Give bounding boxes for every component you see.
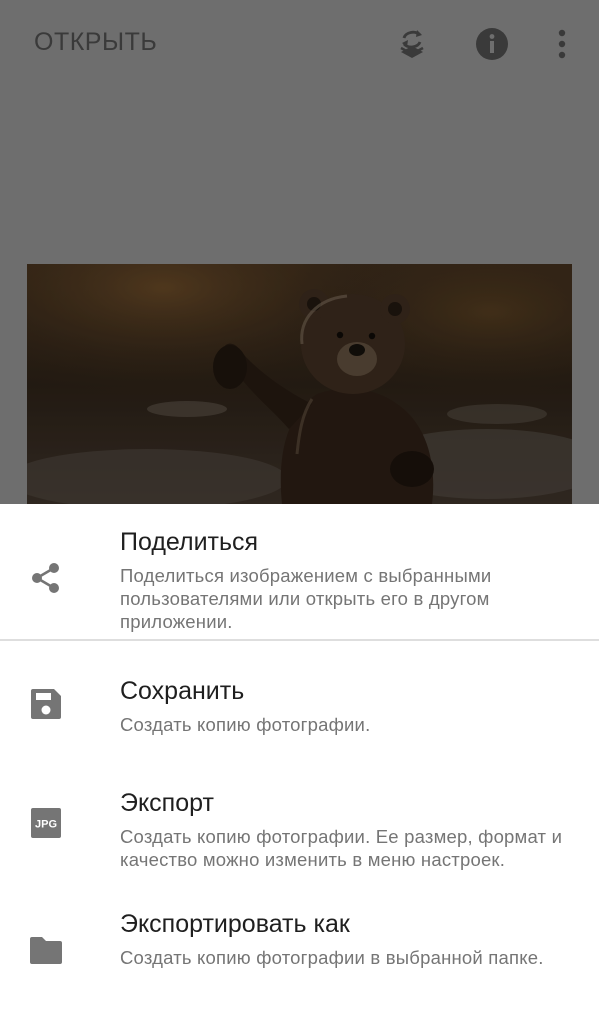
save-icon [28,686,64,722]
layers-swap-icon[interactable] [392,24,432,64]
share-title: Поделиться [120,528,259,556]
save-menu-item[interactable]: Сохранить Создать копию фотографии. [0,641,599,751]
export-as-description: Создать копию фотографии в выбранной пап… [120,947,544,968]
bear-photo-image [27,264,572,504]
export-as-title: Экспортировать как [120,910,350,938]
jpg-icon: JPG [28,805,64,841]
export-description: Создать копию фотографии. Ее размер, фор… [120,826,563,870]
export-as-menu-item[interactable]: Экспортировать как Создать копию фотогра… [0,866,599,996]
bottom-sheet-menu: Поделиться Поделиться изображением с выб… [0,504,599,1024]
export-menu-item[interactable]: JPG Экспорт Создать копию фотографии. Ее… [0,751,599,870]
save-description: Создать копию фотографии. [120,714,371,735]
save-title: Сохранить [120,677,245,705]
open-button[interactable]: ОТКРЫТЬ [34,28,157,57]
top-toolbar: ОТКРЫТЬ [0,0,599,88]
share-menu-item[interactable]: Поделиться Поделиться изображением с выб… [0,504,599,641]
info-icon[interactable] [472,24,512,64]
folder-icon [28,932,64,968]
more-vert-icon[interactable] [544,24,584,64]
export-title: Экспорт [120,789,214,817]
share-icon [28,560,64,596]
share-description: Поделиться изображением с выбранными пол… [120,565,492,632]
screen: ОТКРЫТЬ Поделиться Поделиться изображени… [0,0,599,1024]
jpg-icon-label: JPG [35,819,57,831]
photo-preview [27,264,572,504]
